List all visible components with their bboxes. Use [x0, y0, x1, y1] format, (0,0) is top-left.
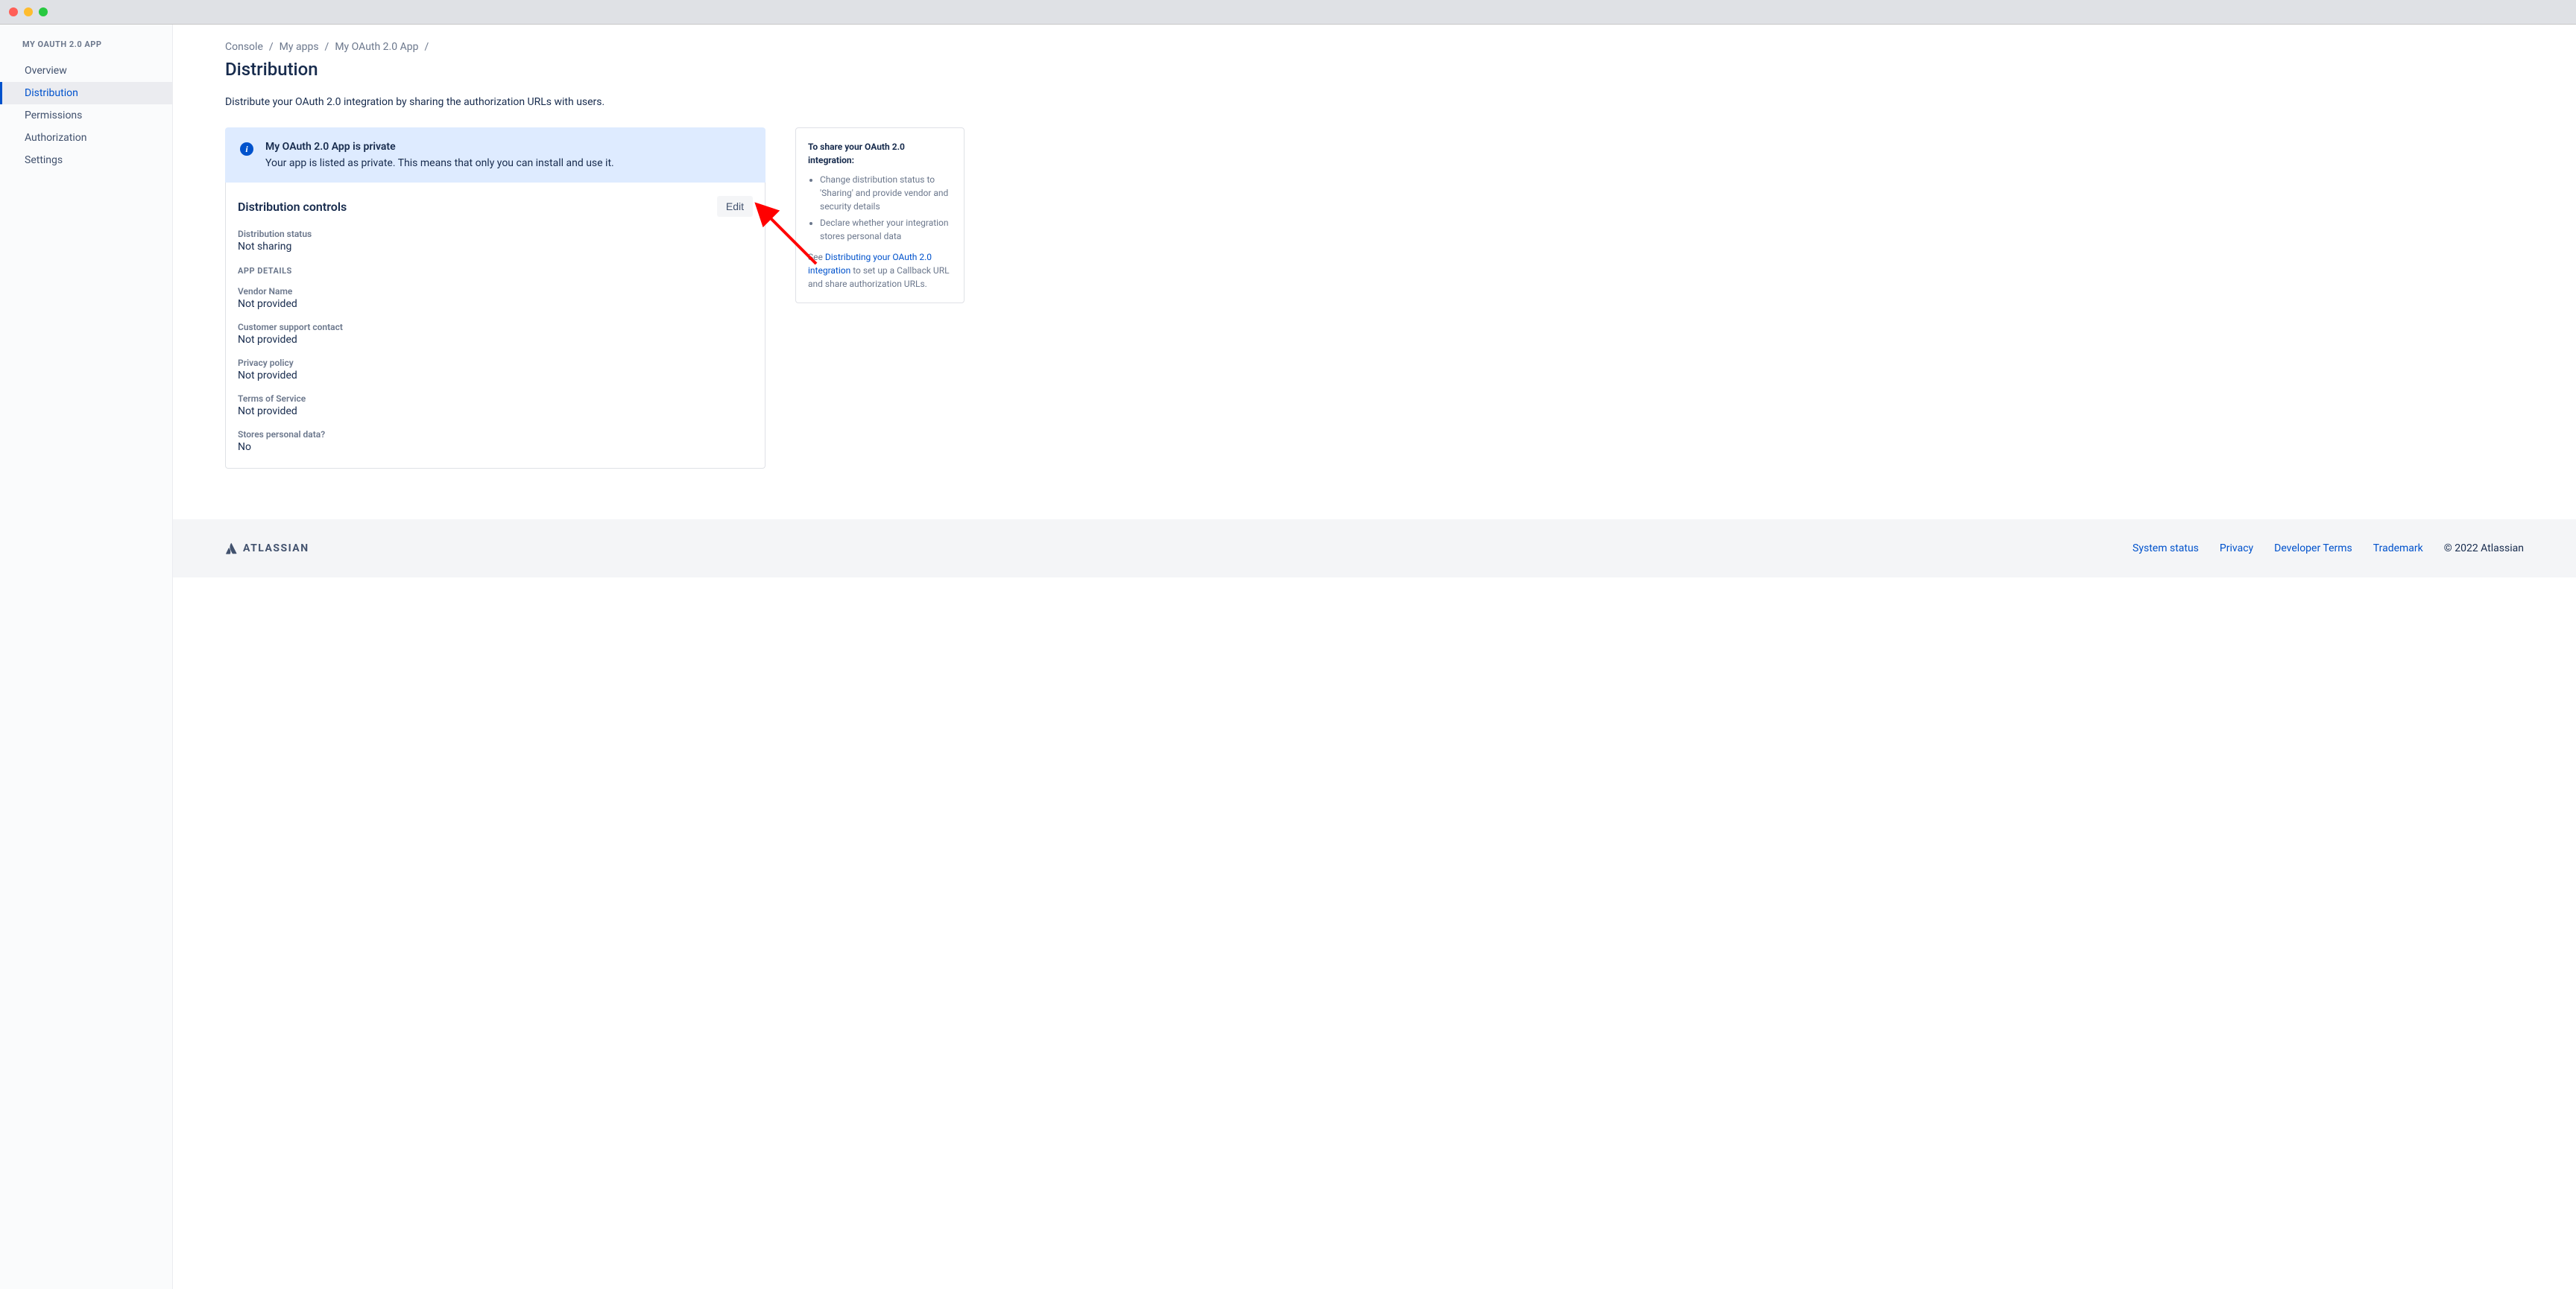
breadcrumb-my-apps[interactable]: My apps: [280, 41, 319, 53]
breadcrumb-separator: /: [424, 41, 429, 53]
window-titlebar: [0, 0, 2576, 25]
field-label-vendor: Vendor Name: [238, 286, 753, 297]
card-title: Distribution controls: [238, 200, 347, 214]
footer-link-developer-terms[interactable]: Developer Terms: [2274, 542, 2352, 554]
page-description: Distribute your OAuth 2.0 integration by…: [225, 96, 965, 108]
field-value-personal-data: No: [238, 441, 753, 453]
sidebar-item-permissions[interactable]: Permissions: [0, 104, 172, 127]
sidebar-item-authorization[interactable]: Authorization: [0, 127, 172, 149]
field-value-support: Not provided: [238, 334, 753, 346]
info-banner-title: My OAuth 2.0 App is private: [265, 141, 614, 153]
sidebar-item-overview[interactable]: Overview: [0, 60, 172, 82]
main-content: Console / My apps / My OAuth 2.0 App / D…: [173, 25, 2576, 1289]
sidebar-item-settings[interactable]: Settings: [0, 149, 172, 171]
breadcrumb-app-name[interactable]: My OAuth 2.0 App: [335, 41, 418, 53]
footer-copyright: © 2022 Atlassian: [2444, 542, 2524, 554]
page-title: Distribution: [225, 59, 965, 80]
field-value-status: Not sharing: [238, 241, 753, 253]
breadcrumb-separator: /: [325, 41, 329, 53]
sidebar-item-distribution[interactable]: Distribution: [0, 82, 172, 104]
share-instructions-card: To share your OAuth 2.0 integration: Cha…: [795, 127, 965, 303]
atlassian-logo: ATLASSIAN: [225, 542, 309, 555]
info-banner: i My OAuth 2.0 App is private Your app i…: [225, 127, 765, 183]
side-card-title: To share your OAuth 2.0 integration:: [808, 140, 952, 167]
footer-brand-text: ATLASSIAN: [243, 542, 309, 554]
atlassian-logo-icon: [225, 542, 239, 555]
field-label-terms: Terms of Service: [238, 393, 753, 404]
breadcrumb-console[interactable]: Console: [225, 41, 263, 53]
edit-button[interactable]: Edit: [717, 196, 753, 217]
info-banner-body: Your app is listed as private. This mean…: [265, 157, 614, 169]
sidebar-title: MY OAUTH 2.0 APP: [0, 39, 172, 60]
window-maximize-button[interactable]: [39, 7, 48, 16]
footer-link-privacy[interactable]: Privacy: [2220, 542, 2253, 554]
footer-link-trademark[interactable]: Trademark: [2373, 542, 2423, 554]
side-bullet: Change distribution status to 'Sharing' …: [820, 173, 952, 213]
window-close-button[interactable]: [9, 7, 18, 16]
side-see-prefix: See: [808, 252, 825, 262]
field-value-terms: Not provided: [238, 405, 753, 417]
section-label-app-details: APP DETAILS: [238, 266, 753, 276]
field-label-support: Customer support contact: [238, 322, 753, 332]
field-value-privacy: Not provided: [238, 370, 753, 381]
field-label-privacy: Privacy policy: [238, 358, 753, 368]
field-label-personal-data: Stores personal data?: [238, 429, 753, 440]
sidebar: MY OAUTH 2.0 APP Overview Distribution P…: [0, 25, 173, 1289]
footer-link-system-status[interactable]: System status: [2133, 542, 2199, 554]
field-value-vendor: Not provided: [238, 298, 753, 310]
info-icon: i: [240, 142, 253, 156]
distribution-controls-card: Distribution controls Edit Distribution …: [225, 183, 765, 469]
breadcrumb-separator: /: [269, 41, 274, 53]
window-minimize-button[interactable]: [24, 7, 33, 16]
field-label-status: Distribution status: [238, 229, 753, 239]
side-bullet: Declare whether your integration stores …: [820, 216, 952, 243]
footer: ATLASSIAN System status Privacy Develope…: [173, 519, 2576, 577]
breadcrumb: Console / My apps / My OAuth 2.0 App /: [225, 41, 965, 53]
